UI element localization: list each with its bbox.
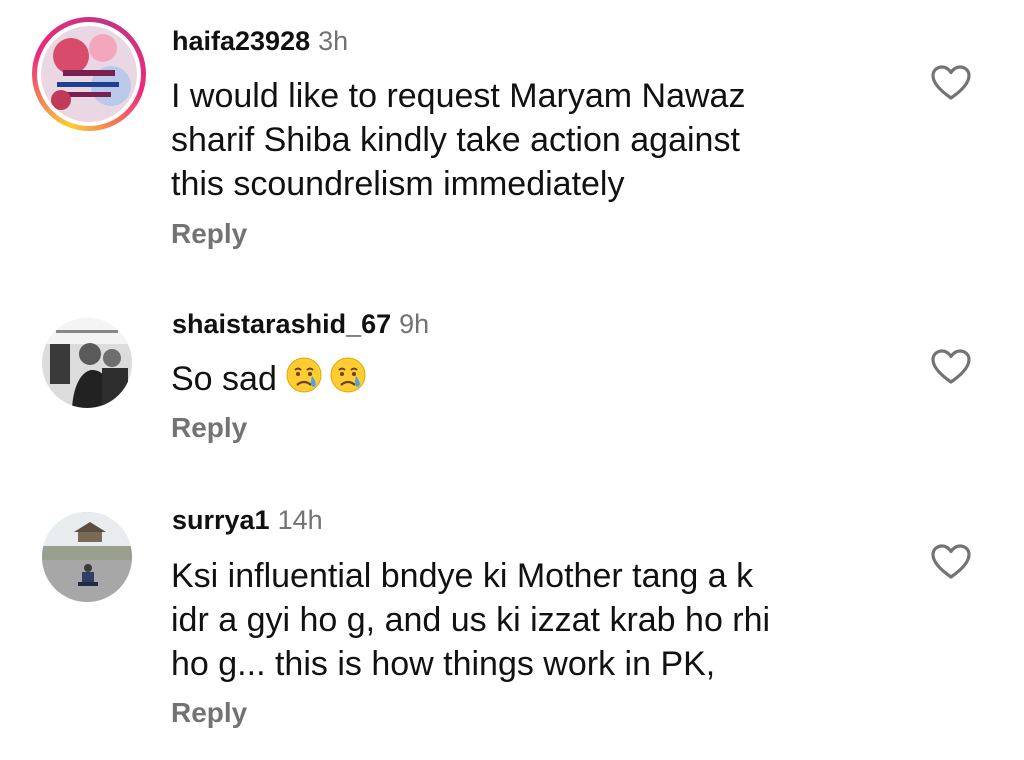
reply-button[interactable]: Reply [171, 412, 247, 444]
comment-item: surrya1 14h Ksi influential bndye ki Moth… [0, 495, 1024, 755]
comment-line: sharif Shiba kindly take action against [171, 121, 740, 159]
crying-face-emoji [286, 357, 322, 393]
avatar-image [42, 512, 132, 602]
avatar-story-ring[interactable] [32, 17, 146, 131]
comment-line: Ksi influential bndye ki Mother tang a k [171, 557, 754, 595]
reply-button[interactable]: Reply [171, 218, 247, 250]
username-link[interactable]: shaistarashid_67 [172, 309, 391, 339]
comment-meta: surrya1 14h [172, 504, 323, 536]
comment-meta: haifa23928 3h [172, 25, 348, 57]
comment-text: So sad [171, 356, 871, 401]
comment-time: 14h [277, 505, 323, 535]
crying-face-emoji [330, 357, 366, 393]
avatar[interactable] [42, 318, 132, 408]
username-link[interactable]: haifa23928 [172, 26, 310, 56]
comment-line: ho g... this is how things work in PK, [171, 645, 716, 683]
avatar-image [41, 26, 137, 122]
comment-line: idr a gyi ho g, and us ki izzat krab ho … [171, 601, 771, 639]
avatar[interactable] [42, 512, 132, 602]
comment-line: this scoundrelism immediately [171, 165, 625, 203]
heart-outline-icon[interactable] [930, 64, 972, 102]
comment-line: I would like to request Maryam Nawaz [171, 77, 746, 115]
comment-text: I would like to request Maryam Nawaz sha… [171, 74, 871, 206]
comment-line: So sad [171, 360, 277, 398]
comment-item: shaistarashid_67 9h So sad Reply [0, 300, 1024, 470]
avatar-image [42, 318, 132, 408]
comment-time: 9h [399, 309, 430, 339]
comment-meta: shaistarashid_67 9h [172, 308, 429, 340]
comments-list: haifa23928 3h I would like to request Mar… [0, 0, 1024, 760]
username-link[interactable]: surrya1 [172, 505, 270, 535]
comment-time: 3h [318, 26, 349, 56]
heart-outline-icon[interactable] [930, 543, 972, 581]
heart-outline-icon[interactable] [930, 348, 972, 386]
emoji-group [285, 356, 367, 394]
comment-text: Ksi influential bndye ki Mother tang a k… [171, 554, 871, 686]
comment-item: haifa23928 3h I would like to request Mar… [0, 0, 1024, 270]
reply-button[interactable]: Reply [171, 697, 247, 729]
avatar [41, 26, 137, 122]
